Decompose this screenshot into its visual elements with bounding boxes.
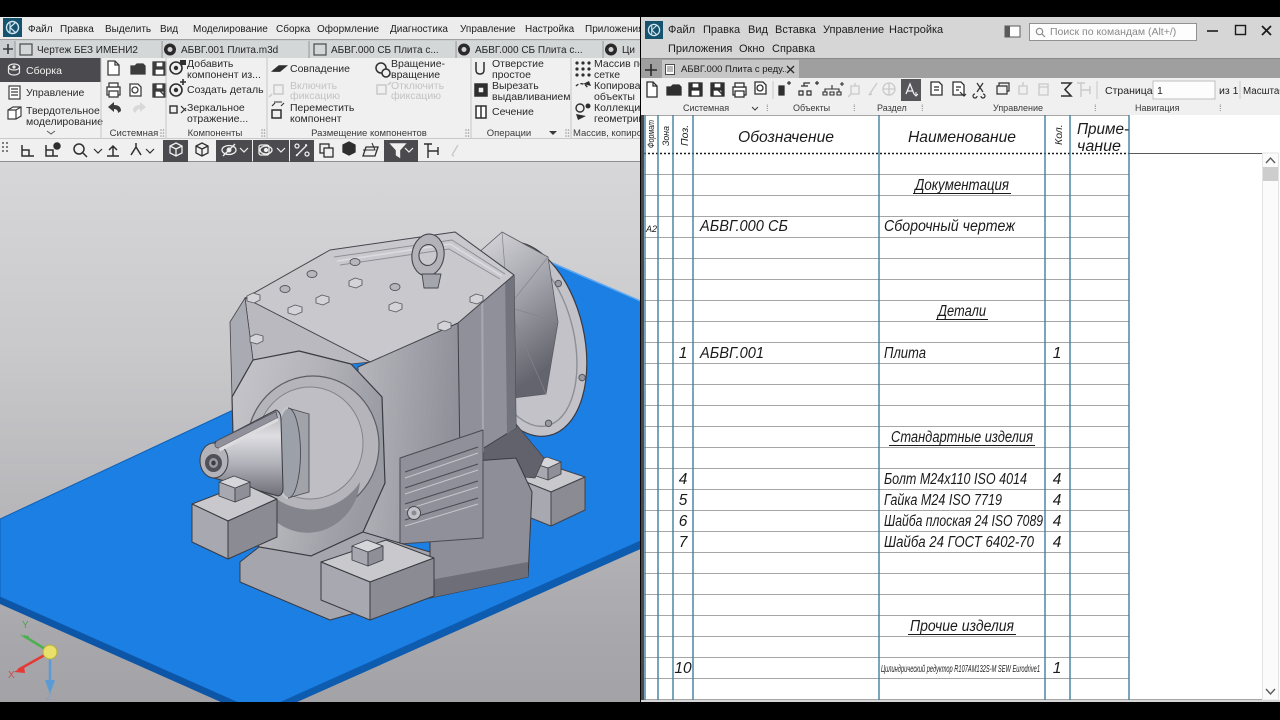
svg-text:А2: А2 xyxy=(645,224,657,234)
svg-text:Цилиндрический редуктор R107AM: Цилиндрический редуктор R107AM132S-M SEW… xyxy=(881,664,1040,675)
svg-text:Шайба плоская 24 ISO 7089: Шайба плоская 24 ISO 7089 xyxy=(884,513,1043,530)
svg-text:X: X xyxy=(8,670,15,681)
svg-text:Кол.: Кол. xyxy=(1053,124,1065,145)
svg-text:компонент: компонент xyxy=(290,113,342,125)
svg-text:Системная: Системная xyxy=(110,128,159,138)
svg-text:Страница:: Страница: xyxy=(1105,85,1156,97)
svg-text:Сечение: Сечение xyxy=(492,106,534,118)
svg-text:Y: Y xyxy=(22,620,29,631)
svg-text:4: 4 xyxy=(1053,471,1062,488)
svg-text:Плита: Плита xyxy=(884,345,926,362)
svg-text:Наименование: Наименование xyxy=(908,129,1016,146)
svg-text:4: 4 xyxy=(1053,513,1062,530)
svg-text:фиксацию: фиксацию xyxy=(391,90,441,102)
svg-text:АБВГ.000 СБ Плита с...: АБВГ.000 СБ Плита с... xyxy=(475,45,583,56)
svg-text:Сборочный чертеж: Сборочный чертеж xyxy=(884,218,1016,235)
svg-text:Z: Z xyxy=(46,692,52,702)
svg-text:Гайка М24 ISO 7719: Гайка М24 ISO 7719 xyxy=(884,492,1002,509)
svg-text:10: 10 xyxy=(674,660,692,677)
svg-text:1: 1 xyxy=(1053,660,1062,677)
svg-text:АБВГ.001 Плита.m3d: АБВГ.001 Плита.m3d xyxy=(181,45,278,56)
svg-text:компонент из...: компонент из... xyxy=(187,69,261,81)
svg-text:Масштаб:: Масштаб: xyxy=(1243,86,1280,97)
svg-text:Шайба 24 ГОСТ 6402-70: Шайба 24 ГОСТ 6402-70 xyxy=(884,534,1034,551)
svg-text:выдавливанием: выдавливанием xyxy=(492,91,570,103)
svg-text:моделирование: моделирование xyxy=(26,116,103,128)
svg-text:7: 7 xyxy=(679,534,689,551)
svg-text:Ци: Ци xyxy=(622,45,635,56)
svg-text:Компоненты: Компоненты xyxy=(188,128,243,138)
svg-text:Операции: Операции xyxy=(487,128,531,138)
svg-text:АБВГ.000 СБ Плита с...: АБВГ.000 СБ Плита с... xyxy=(331,45,439,56)
svg-text:Формат: Формат xyxy=(646,120,656,148)
svg-text:геометрии: геометрии xyxy=(594,113,640,125)
svg-text:Сборка: Сборка xyxy=(26,65,62,77)
svg-text:АБВГ.001: АБВГ.001 xyxy=(699,345,764,362)
svg-text:4: 4 xyxy=(1053,492,1062,509)
svg-text:Размещение компонентов: Размещение компонентов xyxy=(311,128,427,138)
svg-text:1: 1 xyxy=(679,345,688,362)
svg-text:Совпадение: Совпадение xyxy=(290,63,350,75)
svg-text:чание: чание xyxy=(1077,138,1121,155)
svg-text:1: 1 xyxy=(1157,85,1163,97)
svg-text:Детали: Детали xyxy=(936,303,986,320)
svg-text:1: 1 xyxy=(1053,345,1062,362)
svg-text:Болт М24х110 ISO 4014: Болт М24х110 ISO 4014 xyxy=(884,471,1027,488)
svg-text:4: 4 xyxy=(1053,534,1062,551)
svg-text:АБВГ.000 СБ: АБВГ.000 СБ xyxy=(699,218,788,235)
svg-text:Прочие изделия: Прочие изделия xyxy=(910,618,1014,635)
svg-text:4: 4 xyxy=(679,471,688,488)
svg-text:6: 6 xyxy=(679,513,688,530)
svg-text:Чертеж БЕЗ ИМЕНИ2: Чертеж БЕЗ ИМЕНИ2 xyxy=(37,45,138,56)
svg-text:Стандартные изделия: Стандартные изделия xyxy=(891,429,1033,446)
svg-text:Создать деталь: Создать деталь xyxy=(187,84,264,96)
svg-text:5: 5 xyxy=(679,492,688,509)
svg-text:Приме-: Приме- xyxy=(1077,121,1129,138)
svg-text:Обозначение: Обозначение xyxy=(738,129,834,146)
svg-text:отражение...: отражение... xyxy=(187,113,248,125)
svg-text:Документация: Документация xyxy=(913,177,1009,194)
svg-text:Массив, копиро: Массив, копиро xyxy=(573,128,640,138)
svg-text:Управление: Управление xyxy=(26,87,85,99)
svg-text:фиксацию: фиксацию xyxy=(290,90,340,102)
svg-text:Зона: Зона xyxy=(661,126,671,146)
svg-text:Поз.: Поз. xyxy=(679,125,691,146)
svg-text:из 1: из 1 xyxy=(1219,85,1239,97)
